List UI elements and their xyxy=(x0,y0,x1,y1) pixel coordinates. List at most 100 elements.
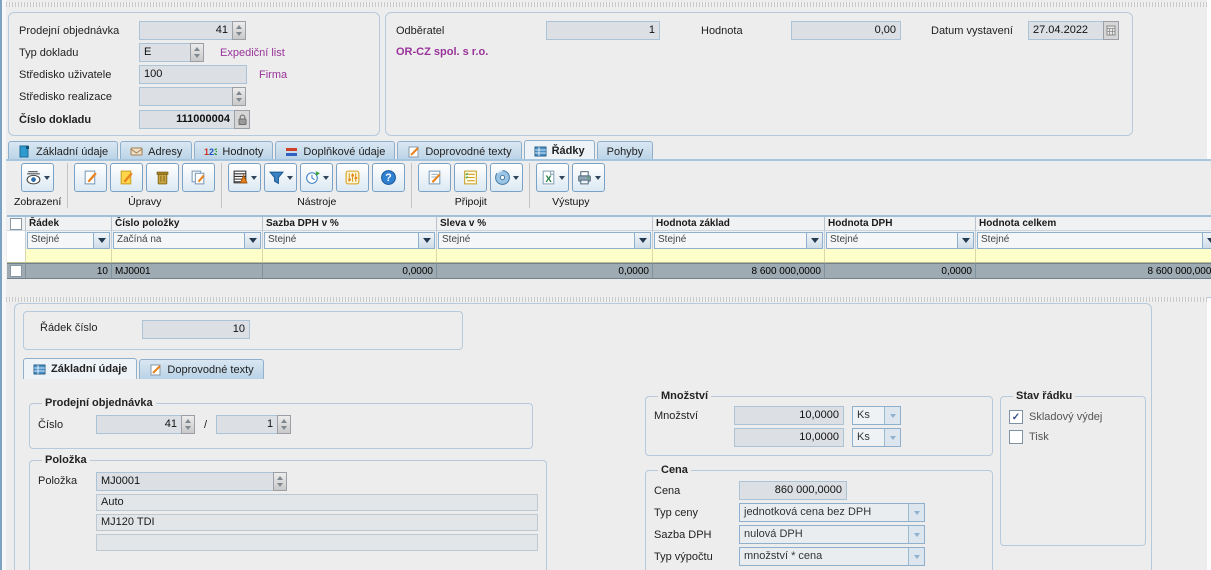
vat-rate-combo[interactable]: nulová DPH xyxy=(739,525,925,544)
column-header[interactable]: Hodnota celkem xyxy=(976,217,1211,231)
tab-adresy[interactable]: Adresy xyxy=(120,141,192,161)
realization-center-field[interactable] xyxy=(139,87,233,106)
row-checkbox[interactable] xyxy=(10,265,22,277)
order-subnumber-spinner[interactable] xyxy=(277,415,291,434)
filter-op-combo[interactable]: Stejné xyxy=(826,232,974,249)
filter-funnel-icon xyxy=(268,169,285,186)
item-extra-field[interactable] xyxy=(96,534,538,551)
lock-button[interactable] xyxy=(234,110,250,129)
item-code-spinner[interactable] xyxy=(273,472,287,491)
export-excel-button[interactable]: X xyxy=(536,163,569,192)
document-icon xyxy=(18,145,31,158)
filter-value-input[interactable] xyxy=(976,249,1211,263)
main-tabbar: Základní údaje Adresy 123 Hodnoty Doplňk… xyxy=(8,140,653,161)
order-number-spinner[interactable] xyxy=(232,21,246,40)
column-header[interactable]: Hodnota DPH xyxy=(825,217,976,231)
column-header[interactable]: Řádek xyxy=(26,217,112,231)
tab-pohyby[interactable]: Pohyby xyxy=(597,141,654,161)
svg-text:?: ? xyxy=(386,172,392,184)
quantity-field-1[interactable]: 10,0000 xyxy=(734,406,844,425)
customer-field[interactable]: 1 xyxy=(546,21,660,40)
section-splitter[interactable] xyxy=(6,297,1207,302)
top-splitter[interactable] xyxy=(6,2,1207,7)
new-record-button[interactable] xyxy=(74,163,107,192)
calc-type-combo[interactable]: množství * cena xyxy=(739,547,925,566)
tab-doplnkove-udaje[interactable]: Doplňkové údaje xyxy=(275,141,395,161)
copy-record-button[interactable] xyxy=(182,163,215,192)
column-header[interactable]: Hodnota základ xyxy=(653,217,825,231)
order-number-field[interactable]: 41 xyxy=(139,21,233,40)
document-type-spinner[interactable] xyxy=(190,43,204,62)
print-checkbox[interactable] xyxy=(1009,430,1023,444)
filter-value-input[interactable] xyxy=(263,249,437,263)
line-number-field[interactable]: 10 xyxy=(142,320,250,339)
filter-value-input[interactable] xyxy=(26,249,112,263)
dropdown-arrow-icon xyxy=(1202,233,1211,248)
filter-value-input[interactable] xyxy=(653,249,825,263)
select-all-header-cell xyxy=(7,217,26,231)
help-button[interactable]: ? xyxy=(372,163,405,192)
user-center-field[interactable]: 100 xyxy=(139,65,247,84)
filter-op-combo[interactable]: Stejné xyxy=(264,232,435,249)
value-field[interactable]: 0,00 xyxy=(791,21,901,40)
dropdown-caret-icon xyxy=(323,176,329,180)
item-description-field[interactable]: MJ120 TDI xyxy=(96,514,538,531)
quantity-field-2[interactable]: 10,0000 xyxy=(734,428,844,447)
attach-checklist-button[interactable] xyxy=(454,163,487,192)
wizard-button[interactable] xyxy=(228,163,261,192)
stock-issue-label: Skladový výdej xyxy=(1029,411,1102,423)
filter-button[interactable] xyxy=(264,163,297,192)
document-number-field[interactable]: 111000004 xyxy=(139,110,235,129)
settings-button[interactable] xyxy=(336,163,369,192)
issue-date-field[interactable]: 27.04.2022 xyxy=(1028,21,1104,40)
delete-record-button[interactable] xyxy=(146,163,179,192)
unit-combo-1[interactable]: Ks xyxy=(852,406,901,425)
attach-note-button[interactable] xyxy=(418,163,451,192)
document-type-field[interactable]: E xyxy=(139,43,191,62)
table-header-row: Řádek Číslo položky Sazba DPH v % Sleva … xyxy=(7,217,1211,231)
view-menu-button[interactable] xyxy=(21,163,54,192)
tab-radky[interactable]: Řádky xyxy=(524,140,595,161)
cell-sazba-dph: 0,0000 xyxy=(263,264,437,278)
order-number-spinner[interactable] xyxy=(181,415,195,434)
issue-date-label: Datum vystavení xyxy=(931,25,1013,37)
filter-value-input[interactable] xyxy=(437,249,653,263)
filter-value-input[interactable] xyxy=(112,249,263,263)
document-type-label: Typ dokladu xyxy=(19,47,139,59)
dropdown-arrow-icon xyxy=(244,233,260,248)
tab-doprovodne-texty[interactable]: Doprovodné texty xyxy=(397,141,521,161)
filter-op-combo[interactable]: Stejné xyxy=(654,232,823,249)
filter-op-combo[interactable]: Stejné xyxy=(977,232,1211,249)
vat-rate-label: Sazba DPH xyxy=(654,529,739,541)
detail-tab-doprovodne-texty[interactable]: Doprovodné texty xyxy=(139,359,263,379)
tab-zakladni-udaje[interactable]: Základní údaje xyxy=(8,141,118,161)
dropdown-arrow-icon xyxy=(908,504,924,521)
stock-issue-checkbox[interactable]: ✓ xyxy=(1009,410,1023,424)
filter-op-combo[interactable]: Stejné xyxy=(27,232,110,249)
print-button[interactable] xyxy=(572,163,605,192)
edit-record-button[interactable] xyxy=(110,163,143,192)
order-subnumber-field[interactable]: 1 xyxy=(216,415,278,434)
select-all-checkbox[interactable] xyxy=(10,218,22,230)
refresh-button[interactable] xyxy=(300,163,333,192)
price-type-combo[interactable]: jednotková cena bez DPH xyxy=(739,503,925,522)
table-row[interactable]: 10 MJ0001 0,0000 0,0000 8 600 000,0000 0… xyxy=(7,263,1211,279)
column-header[interactable]: Sleva v % xyxy=(437,217,653,231)
attach-media-button[interactable] xyxy=(490,163,523,192)
detail-tab-zakladni-udaje[interactable]: Základní údaje xyxy=(23,358,137,379)
price-field[interactable]: 860 000,0000 xyxy=(739,481,847,500)
column-header[interactable]: Číslo položky xyxy=(112,217,263,231)
column-header[interactable]: Sazba DPH v % xyxy=(263,217,437,231)
realization-center-spinner[interactable] xyxy=(232,87,246,106)
item-code-field[interactable]: MJ0001 xyxy=(96,472,274,491)
filter-op-combo[interactable]: Začíná na xyxy=(113,232,261,249)
unit-combo-2[interactable]: Ks xyxy=(852,428,901,447)
filter-op-combo[interactable]: Stejné xyxy=(438,232,651,249)
date-picker-button[interactable] xyxy=(1103,21,1119,40)
filter-value-input[interactable] xyxy=(825,249,976,263)
tab-hodnoty[interactable]: 123 Hodnoty xyxy=(194,141,273,161)
line-number-label: Řádek číslo xyxy=(40,322,97,334)
item-name-field[interactable]: Auto xyxy=(96,494,538,511)
new-record-icon xyxy=(82,169,99,186)
order-number-field[interactable]: 41 xyxy=(96,415,182,434)
